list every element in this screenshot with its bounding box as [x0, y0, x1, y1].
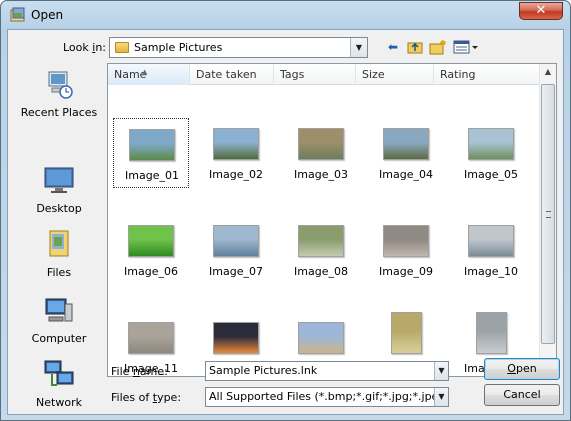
- file-item[interactable]: Image_02: [198, 118, 274, 188]
- file-name-label: Image_06: [124, 265, 178, 278]
- place-label: Desktop: [36, 202, 82, 215]
- file-item[interactable]: Image_01: [113, 118, 189, 188]
- cancel-button[interactable]: Cancel: [484, 384, 560, 406]
- file-name-label: Image_01: [125, 169, 179, 182]
- thumbnail-image: [468, 225, 514, 257]
- grip-icon: [546, 211, 551, 218]
- column-header-row: ▲ Name Date taken Tags Size Rating: [108, 64, 540, 85]
- place-label: Files: [46, 266, 72, 279]
- thumbnail-image: [391, 312, 422, 354]
- place-desktop[interactable]: Desktop: [16, 164, 102, 215]
- recent-places-icon: [48, 71, 73, 99]
- thumbnail-image: [129, 129, 175, 161]
- file-name-label: Image_04: [379, 168, 433, 181]
- sort-ascending-icon: ▲: [142, 68, 148, 76]
- view-menu-icon[interactable]: [453, 39, 479, 55]
- file-type-select[interactable]: All Supported Files (*.bmp;*.gif;*.jpg;*…: [205, 387, 449, 407]
- column-header-name[interactable]: ▲ Name: [108, 64, 190, 85]
- file-name-label: Image_05: [464, 168, 518, 181]
- file-type-label: Files of type:: [111, 391, 182, 404]
- file-item[interactable]: Image_09: [368, 215, 444, 285]
- thumbnail-image: [298, 128, 344, 160]
- thumbnail-image: [383, 225, 429, 257]
- computer-icon: [45, 298, 73, 322]
- place-recent-places[interactable]: Recent Places: [16, 68, 102, 119]
- thumbnail-image: [213, 128, 259, 160]
- place-label: Network: [36, 396, 82, 409]
- file-item[interactable]: Image_08: [283, 215, 359, 285]
- column-header-size[interactable]: Size: [356, 64, 434, 85]
- chevron-down-icon[interactable]: ▼: [350, 38, 367, 57]
- scroll-up-icon[interactable]: ▲: [540, 64, 556, 80]
- window-title: Open: [31, 8, 64, 22]
- place-computer[interactable]: Computer: [16, 294, 102, 345]
- chevron-down-icon[interactable]: ▼: [434, 362, 448, 380]
- network-icon: [44, 360, 74, 386]
- chevron-down-icon[interactable]: ▼: [434, 388, 448, 406]
- file-item[interactable]: Image_06: [113, 215, 189, 285]
- thumbnail-image: [298, 322, 344, 354]
- file-name-label: File name:: [111, 365, 168, 378]
- file-list[interactable]: ▲ Name Date taken Tags Size Rating Image…: [107, 63, 557, 377]
- place-files[interactable]: Files: [16, 228, 102, 279]
- thumbnail-image: [128, 322, 174, 354]
- file-item[interactable]: Image_07: [198, 215, 274, 285]
- thumbnail-image: [468, 128, 514, 160]
- app-icon: [10, 7, 25, 22]
- file-item[interactable]: Image_04: [368, 118, 444, 188]
- thumbnail-image: [476, 312, 507, 354]
- new-folder-icon[interactable]: [429, 39, 447, 55]
- file-item[interactable]: Image_05: [453, 118, 529, 188]
- file-name-label: Image_10: [464, 265, 518, 278]
- file-name-label: Image_02: [209, 168, 263, 181]
- open-dialog: Open ✕ Look in: Sample Pictures ▼ ⬅ Rece…: [0, 0, 571, 421]
- dialog-body: Look in: Sample Pictures ▼ ⬅ Recent Plac…: [7, 29, 564, 415]
- thumbnail-image: [298, 225, 344, 257]
- title-bar[interactable]: Open ✕: [1, 1, 570, 29]
- desktop-icon: [44, 167, 74, 193]
- file-name-label: Image_09: [379, 265, 433, 278]
- thumbnail-image: [128, 225, 174, 257]
- file-item[interactable]: Image_03: [283, 118, 359, 188]
- files-icon: [49, 230, 69, 257]
- back-arrow-icon[interactable]: ⬅: [385, 39, 401, 55]
- file-name-label: Image_08: [294, 265, 348, 278]
- look-in-label: Look in:: [63, 41, 107, 54]
- look-in-combo[interactable]: Sample Pictures ▼: [109, 37, 368, 58]
- file-name-input[interactable]: Sample Pictures.lnk ▼: [205, 361, 449, 381]
- column-header-rating[interactable]: Rating: [434, 64, 540, 85]
- place-network[interactable]: Network: [16, 358, 102, 409]
- file-name-label: Image_07: [209, 265, 263, 278]
- place-label: Recent Places: [20, 106, 98, 119]
- close-button[interactable]: ✕: [519, 2, 563, 20]
- place-label: Computer: [31, 332, 87, 345]
- vertical-scrollbar[interactable]: ▲ ▼: [539, 64, 556, 376]
- close-icon: ✕: [535, 3, 547, 18]
- file-name-label: Image_03: [294, 168, 348, 181]
- folder-icon: [115, 42, 129, 53]
- up-folder-icon[interactable]: [407, 39, 423, 55]
- file-item[interactable]: Image_10: [453, 215, 529, 285]
- thumbnail-image: [213, 225, 259, 257]
- look-in-value: Sample Pictures: [134, 41, 223, 54]
- column-header-date-taken[interactable]: Date taken: [190, 64, 274, 85]
- scrollbar-thumb[interactable]: [541, 84, 555, 344]
- open-button[interactable]: Open: [484, 358, 560, 380]
- column-header-tags[interactable]: Tags: [274, 64, 356, 85]
- places-bar: Recent Places Desktop Files Computer Net…: [16, 64, 102, 409]
- thumbnail-image: [213, 322, 259, 354]
- thumbnail-image: [383, 128, 429, 160]
